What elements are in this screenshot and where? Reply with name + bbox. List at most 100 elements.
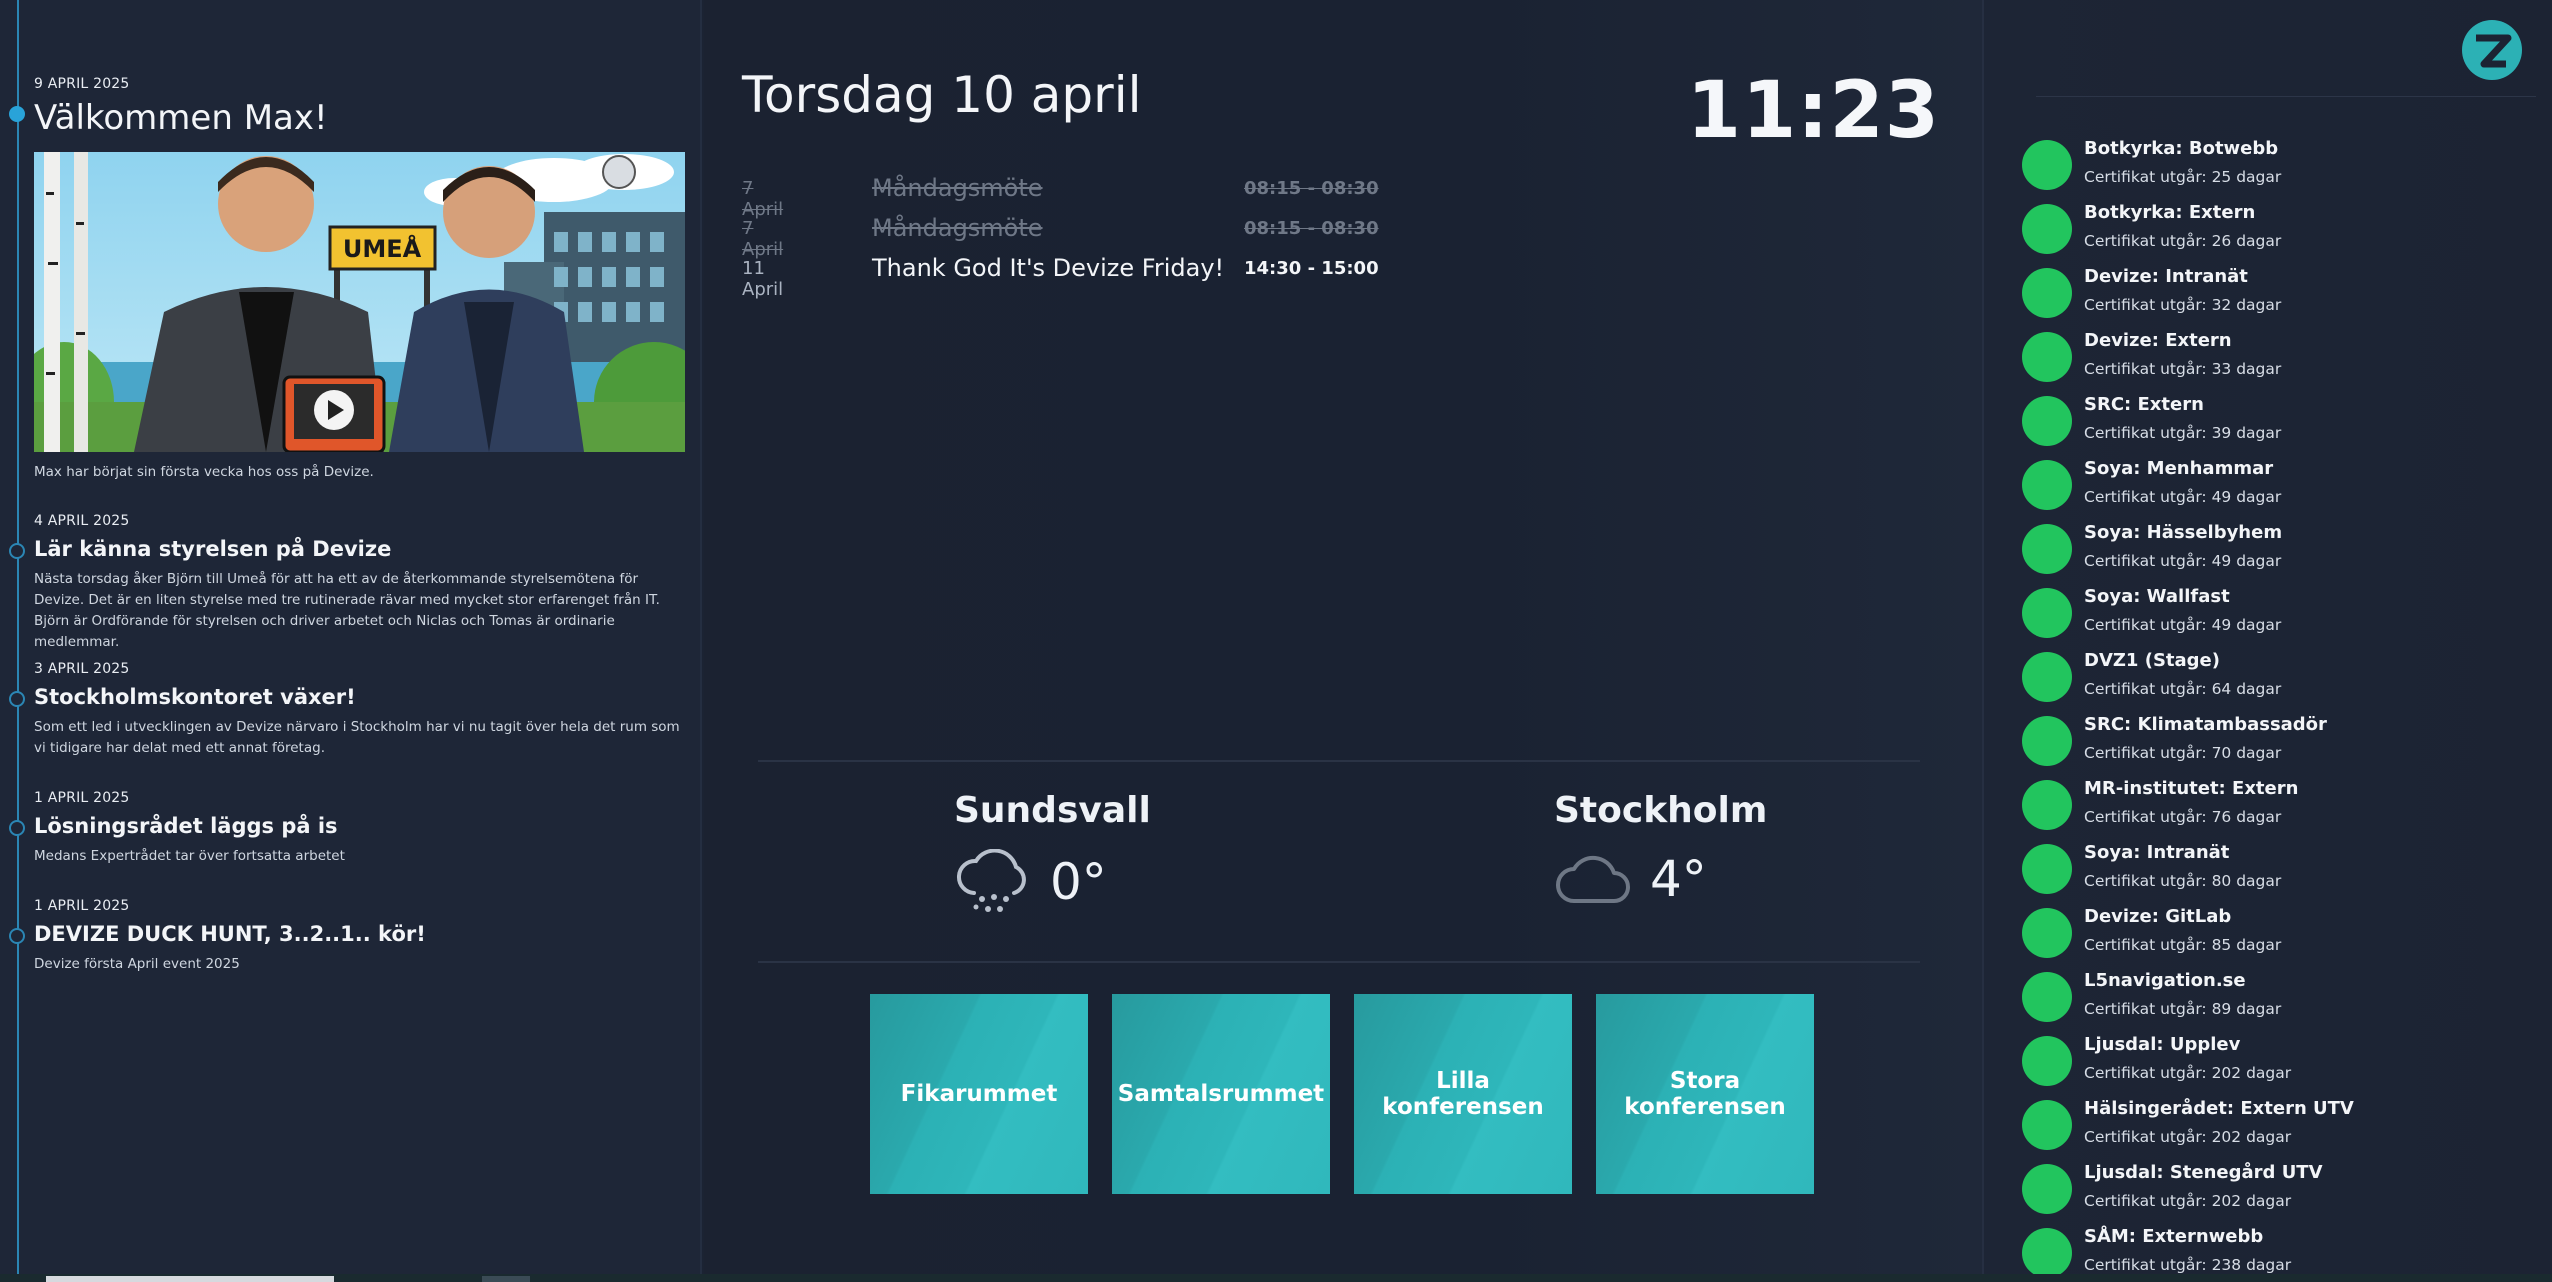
- status-ok-indicator: [2022, 1100, 2072, 1150]
- room-tile-stora-konferensen[interactable]: Stora konferensen: [1596, 994, 1814, 1194]
- weather-city: Sundsvall: [954, 790, 1151, 831]
- event-time: 08:15 - 08:30: [1244, 178, 1379, 199]
- certificate-expiry: Certifikat utgår: 32 dagar: [2084, 296, 2282, 314]
- event-date: 7 April: [742, 178, 784, 220]
- status-ok-indicator: [2022, 844, 2072, 894]
- status-ok-indicator: [2022, 908, 2072, 958]
- dashboard: 9 APRIL 2025 Välkommen Max! UMEÅ Max har…: [0, 0, 2552, 1282]
- status-ok-indicator: [2022, 1164, 2072, 1214]
- certificate-expiry: Certifikat utgår: 80 dagar: [2084, 872, 2282, 890]
- devize-logo-icon: [2462, 20, 2522, 80]
- news-title: Lösningsrådet läggs på is: [34, 814, 338, 838]
- certificate-expiry: Certifikat utgår: 26 dagar: [2084, 232, 2282, 250]
- certificate-name: Ljusdal: Upplev: [2084, 1034, 2241, 1055]
- status-ok-indicator: [2022, 524, 2072, 574]
- timeline-dot: [9, 820, 25, 836]
- news-item[interactable]: 3 APRIL 2025 Stockholmskontoret växer! S…: [9, 661, 686, 759]
- certificate-name: Soya: Intranät: [2084, 842, 2230, 863]
- status-ok-indicator: [2022, 972, 2072, 1022]
- room-label: Stora konferensen: [1624, 1068, 1786, 1120]
- status-ok-indicator: [2022, 652, 2072, 702]
- divider: [758, 961, 1920, 963]
- status-ok-indicator: [2022, 396, 2072, 446]
- certificate-expiry: Certifikat utgår: 70 dagar: [2084, 744, 2282, 762]
- room-label: Fikarummet: [900, 1081, 1058, 1107]
- news-text: Medans Expertrådet tar över fortsatta ar…: [34, 848, 345, 864]
- news-item[interactable]: 4 APRIL 2025 Lär känna styrelsen på Devi…: [9, 513, 686, 653]
- bottom-bar: [0, 1274, 2552, 1282]
- news-text: Som ett led i utvecklingen av Devize när…: [34, 719, 680, 756]
- room-tile-fikarummet[interactable]: Fikarummet: [870, 994, 1088, 1194]
- scrollbar-thumb[interactable]: [46, 1276, 334, 1282]
- event-name: Måndagsmöte: [872, 214, 1043, 242]
- certificate-expiry: Certifikat utgår: 202 dagar: [2084, 1064, 2292, 1082]
- certificate-expiry: Certifikat utgår: 202 dagar: [2084, 1192, 2292, 1210]
- certificate-expiry: Certifikat utgår: 33 dagar: [2084, 360, 2282, 378]
- news-date: 9 APRIL 2025: [34, 76, 130, 92]
- news-title: Stockholmskontoret växer!: [34, 685, 356, 709]
- sign-text: UMEÅ: [343, 234, 422, 263]
- timeline-dot: [9, 106, 25, 122]
- event-date: 11 April: [742, 258, 784, 300]
- weather-temp: 0°: [1050, 853, 1107, 911]
- certificate-name: Devize: Intranät: [2084, 266, 2248, 287]
- event-date: 7 April: [742, 218, 784, 260]
- timeline-dot: [9, 691, 25, 707]
- room-tile-samtalsrummet[interactable]: Samtalsrummet: [1112, 994, 1330, 1194]
- news-date: 4 APRIL 2025: [34, 513, 130, 529]
- scrollbar-segment[interactable]: [482, 1276, 530, 1282]
- news-item[interactable]: 1 APRIL 2025 Lösningsrådet läggs på is M…: [9, 790, 686, 867]
- event-name: Thank God It's Devize Friday!: [872, 254, 1225, 282]
- certificate-expiry: Certifikat utgår: 76 dagar: [2084, 808, 2282, 826]
- certificate-name: SÅM: Externwebb: [2084, 1226, 2264, 1247]
- status-ok-indicator: [2022, 332, 2072, 382]
- certificate-expiry: Certifikat utgår: 85 dagar: [2084, 936, 2282, 954]
- room-label: Samtalsrummet: [1117, 1081, 1325, 1107]
- status-ok-indicator: [2022, 588, 2072, 638]
- certificate-name: MR-institutet: Extern: [2084, 778, 2299, 799]
- status-ok-indicator: [2022, 780, 2072, 830]
- certificate-expiry: Certifikat utgår: 25 dagar: [2084, 168, 2282, 186]
- status-ok-indicator: [2022, 716, 2072, 766]
- event-name: Måndagsmöte: [872, 174, 1043, 202]
- certificate-name: Soya: Menhammar: [2084, 458, 2274, 479]
- certificate-name: Botkyrka: Botwebb: [2084, 138, 2279, 159]
- weather-temp: 4°: [1650, 850, 1707, 908]
- status-ok-indicator: [2022, 204, 2072, 254]
- current-date: Torsdag 10 april: [742, 66, 1142, 124]
- certificate-name: Devize: Extern: [2084, 330, 2232, 351]
- news-text: Max har börjat sin första vecka hos oss …: [34, 464, 374, 480]
- cloud-snow-icon: [957, 849, 1026, 912]
- certificate-expiry: Certifikat utgår: 89 dagar: [2084, 1000, 2282, 1018]
- status-ok-indicator: [2022, 1036, 2072, 1086]
- news-image[interactable]: UMEÅ: [34, 152, 685, 452]
- status-ok-indicator: [2022, 460, 2072, 510]
- event-time: 14:30 - 15:00: [1244, 258, 1379, 279]
- certificate-name: Soya: Wallfast: [2084, 586, 2230, 607]
- news-date: 1 APRIL 2025: [34, 790, 130, 806]
- status-ok-indicator: [2022, 268, 2072, 318]
- status-ok-indicator: [2022, 140, 2072, 190]
- certificate-panel: Botkyrka: Botwebb Certifikat utgår: 25 da…: [1982, 0, 2552, 1278]
- certificate-expiry: Certifikat utgår: 49 dagar: [2084, 616, 2282, 634]
- certificate-name: Hälsingerådet: Extern UTV: [2084, 1098, 2354, 1119]
- cloud-icon: [1556, 855, 1630, 903]
- status-ok-indicator: [2022, 1228, 2072, 1278]
- certificate-name: SRC: Extern: [2084, 394, 2204, 415]
- news-item[interactable]: 9 APRIL 2025 Välkommen Max! UMEÅ Max har…: [9, 76, 686, 483]
- certificate-name: Botkyrka: Extern: [2084, 202, 2256, 223]
- news-title: DEVIZE DUCK HUNT, 3..2..1.. kör!: [34, 922, 426, 946]
- certificate-name: Soya: Hässelbyhem: [2084, 522, 2283, 543]
- news-illustration: UMEÅ: [34, 152, 685, 452]
- room-tile-lilla-konferensen[interactable]: Lilla konferensen: [1354, 994, 1572, 1194]
- certificate-name: Ljusdal: Stenegård UTV: [2084, 1162, 2323, 1183]
- divider: [2036, 96, 2536, 97]
- room-label: Lilla konferensen: [1382, 1068, 1544, 1120]
- news-date: 1 APRIL 2025: [34, 898, 130, 914]
- timeline-line: [17, 0, 19, 1274]
- weather-sundsvall: Sundsvall 0°: [954, 790, 1151, 915]
- news-title: Välkommen Max!: [34, 98, 328, 138]
- news-date: 3 APRIL 2025: [34, 661, 130, 677]
- news-item[interactable]: 1 APRIL 2025 DEVIZE DUCK HUNT, 3..2..1..…: [9, 898, 686, 975]
- main-panel: Torsdag 10 april 11:23 7 April Måndagsmö…: [704, 0, 1982, 1274]
